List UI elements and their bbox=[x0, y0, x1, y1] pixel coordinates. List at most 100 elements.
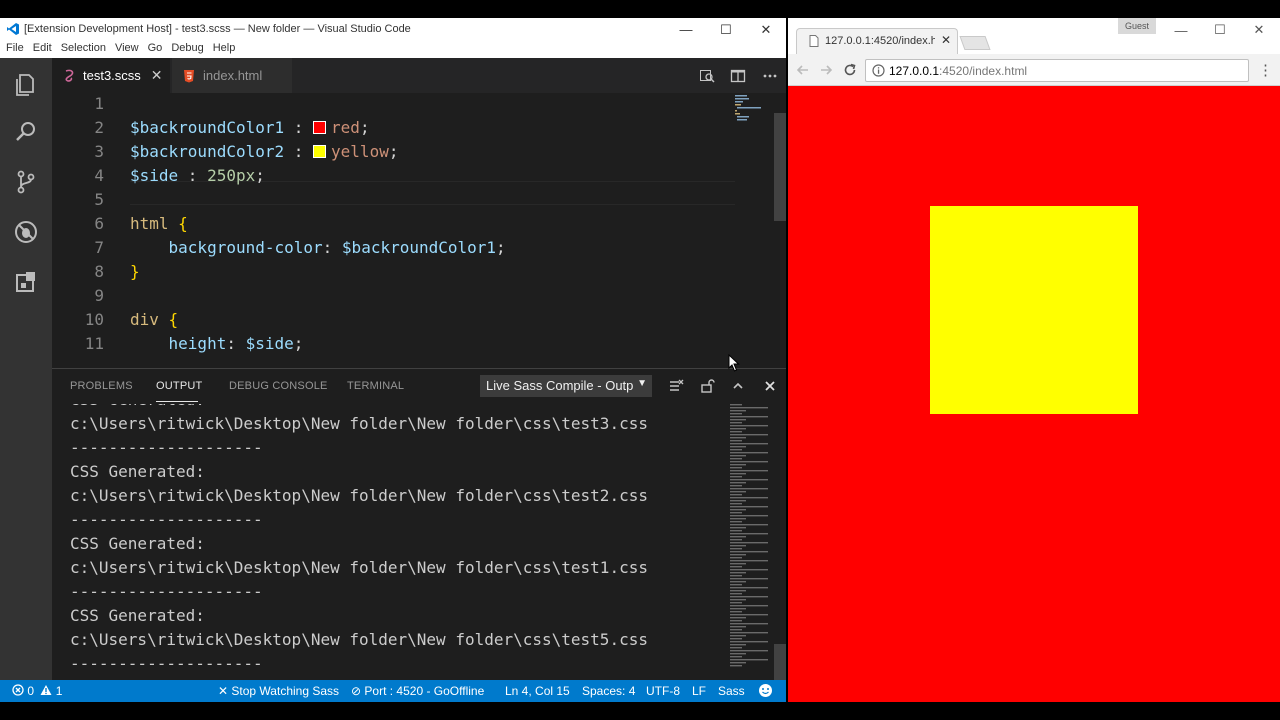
tab-output[interactable]: OUTPUT bbox=[156, 380, 202, 392]
activity-bar bbox=[0, 58, 52, 702]
code-token: red bbox=[331, 118, 360, 137]
tab-index-html[interactable]: index.html bbox=[172, 58, 292, 93]
browser-minimize-button[interactable]: — bbox=[1162, 20, 1200, 40]
tab-debug-console[interactable]: DEBUG CONSOLE bbox=[229, 380, 328, 392]
editor-minimap[interactable] bbox=[733, 93, 773, 133]
indentation[interactable]: Spaces: 4 bbox=[582, 684, 635, 698]
menu-view[interactable]: View bbox=[115, 41, 139, 58]
explorer-icon[interactable] bbox=[10, 68, 42, 100]
forward-arrow-icon[interactable] bbox=[817, 61, 835, 79]
error-icon bbox=[12, 684, 24, 696]
close-button[interactable]: ✕ bbox=[746, 18, 786, 41]
html5-icon bbox=[184, 69, 194, 82]
color-swatch[interactable] bbox=[313, 121, 327, 134]
code-line[interactable]: 9 bbox=[52, 284, 732, 308]
debug-icon[interactable] bbox=[10, 216, 42, 248]
browser-close-button[interactable]: ✕ bbox=[1240, 20, 1278, 40]
menu-file[interactable]: File bbox=[6, 41, 24, 58]
code-token: : bbox=[322, 238, 342, 257]
output-scrollbar[interactable] bbox=[774, 644, 786, 680]
error-count: 0 bbox=[27, 684, 35, 698]
code-token: html bbox=[130, 214, 169, 233]
clear-output-icon[interactable] bbox=[666, 376, 686, 396]
code-token: $side bbox=[245, 334, 294, 353]
split-editor-icon[interactable] bbox=[723, 58, 753, 93]
browser-tab[interactable]: 127.0.0.1:4520/index.htm ✕ bbox=[796, 28, 958, 54]
code-token: ; bbox=[496, 238, 506, 257]
smiley-icon[interactable] bbox=[758, 683, 773, 698]
lock-scroll-icon[interactable] bbox=[697, 376, 717, 396]
tab-terminal[interactable]: TERMINAL bbox=[347, 380, 404, 392]
code-token: background-color bbox=[130, 238, 323, 257]
info-icon[interactable] bbox=[872, 64, 885, 77]
code-text: $side : 250px; bbox=[130, 164, 265, 188]
address-bar[interactable]: 127.0.0.1:4520/index.html bbox=[865, 59, 1249, 82]
tab-close-icon[interactable]: ✕ bbox=[151, 67, 163, 84]
code-editor[interactable]: 1 2 $backroundColor1 : red; 3 $backroundColo… bbox=[52, 93, 786, 368]
code-token: ; bbox=[255, 166, 265, 185]
output-line: c:\Users\ritwick\Desktop\New folder\New … bbox=[70, 630, 648, 649]
cursor-position[interactable]: Ln 4, Col 15 bbox=[505, 684, 570, 698]
color-swatch[interactable] bbox=[313, 145, 327, 158]
code-line[interactable]: 7 background-color: $backroundColor1; bbox=[52, 236, 732, 260]
tab-label: index.html bbox=[203, 68, 263, 83]
open-preview-icon[interactable] bbox=[692, 58, 722, 93]
output-channel-select[interactable]: Live Sass Compile - Outp ▼ bbox=[480, 375, 652, 397]
code-line[interactable]: 1 bbox=[52, 93, 732, 116]
output-line: c:\Users\ritwick\Desktop\New folder\New … bbox=[70, 558, 648, 577]
code-line[interactable]: 2 $backroundColor1 : red; bbox=[52, 116, 732, 140]
code-token: 250px bbox=[207, 166, 256, 185]
vscode-window: [Extension Development Host] - test3.scs… bbox=[0, 18, 786, 702]
reload-icon[interactable] bbox=[841, 61, 859, 79]
close-panel-icon[interactable] bbox=[760, 376, 780, 396]
language-mode[interactable]: Sass bbox=[718, 684, 745, 698]
menu-help[interactable]: Help bbox=[213, 41, 236, 58]
menu-edit[interactable]: Edit bbox=[33, 41, 52, 58]
code-line[interactable]: 5 bbox=[52, 188, 732, 212]
browser-tab-close-icon[interactable]: ✕ bbox=[941, 33, 951, 47]
output-line: CSS Generated: bbox=[70, 404, 205, 412]
code-line[interactable]: 4 $side : 250px; bbox=[52, 164, 732, 188]
line-number: 4 bbox=[94, 166, 104, 185]
code-line[interactable]: 10 div { bbox=[52, 308, 732, 332]
output-log[interactable]: CSS Generated: c:\Users\ritwick\Desktop\N… bbox=[52, 404, 732, 680]
source-control-icon[interactable] bbox=[10, 166, 42, 198]
end-of-line[interactable]: LF bbox=[692, 684, 706, 698]
browser-window: 127.0.0.1:4520/index.htm ✕ Guest — ☐ ✕ 1… bbox=[788, 18, 1280, 702]
more-actions-icon[interactable] bbox=[755, 58, 785, 93]
code-line[interactable]: 8} bbox=[52, 260, 732, 284]
menu-debug[interactable]: Debug bbox=[171, 41, 203, 58]
back-arrow-icon[interactable] bbox=[794, 61, 812, 79]
minimize-button[interactable]: — bbox=[666, 18, 706, 41]
tab-test3-scss[interactable]: test3.scss ✕ bbox=[52, 58, 170, 93]
tab-problems[interactable]: PROBLEMS bbox=[70, 380, 133, 392]
browser-maximize-button[interactable]: ☐ bbox=[1201, 20, 1239, 40]
vscode-logo-icon bbox=[7, 23, 19, 35]
output-minimap[interactable] bbox=[728, 402, 773, 672]
new-tab-button[interactable] bbox=[959, 36, 991, 50]
output-line: -------------------- bbox=[70, 510, 263, 529]
menu-bar: File Edit Selection View Go Debug Help bbox=[0, 41, 786, 58]
maximize-button[interactable]: ☐ bbox=[706, 18, 746, 41]
code-token: : bbox=[226, 334, 246, 353]
browser-menu-icon[interactable]: ⋮ bbox=[1258, 61, 1273, 79]
guest-profile-badge[interactable]: Guest bbox=[1118, 18, 1156, 34]
output-line: c:\Users\ritwick\Desktop\New folder\New … bbox=[70, 486, 648, 505]
extensions-icon[interactable] bbox=[10, 266, 42, 298]
code-line[interactable]: 3 $backroundColor2 : yellow; bbox=[52, 140, 732, 164]
stop-watching-sass-button[interactable]: ✕ Stop Watching Sass bbox=[218, 684, 339, 698]
problems-status[interactable]: 0 1 bbox=[12, 684, 62, 698]
editor-scrollbar[interactable] bbox=[774, 113, 786, 221]
warning-icon bbox=[40, 685, 52, 695]
maximize-panel-icon[interactable] bbox=[728, 376, 748, 396]
search-icon[interactable] bbox=[10, 116, 42, 148]
url-path: :4520/index.html bbox=[939, 64, 1028, 78]
code-line[interactable]: 6 html { bbox=[52, 212, 732, 236]
menu-go[interactable]: Go bbox=[148, 41, 163, 58]
code-token: $backroundColor2 bbox=[130, 142, 285, 161]
live-server-button[interactable]: ⊘ Port : 4520 - GoOffline bbox=[351, 684, 484, 698]
encoding[interactable]: UTF-8 bbox=[646, 684, 680, 698]
code-line[interactable]: 11 height: $side; bbox=[52, 332, 732, 356]
sass-icon bbox=[65, 69, 74, 82]
menu-selection[interactable]: Selection bbox=[61, 41, 106, 58]
